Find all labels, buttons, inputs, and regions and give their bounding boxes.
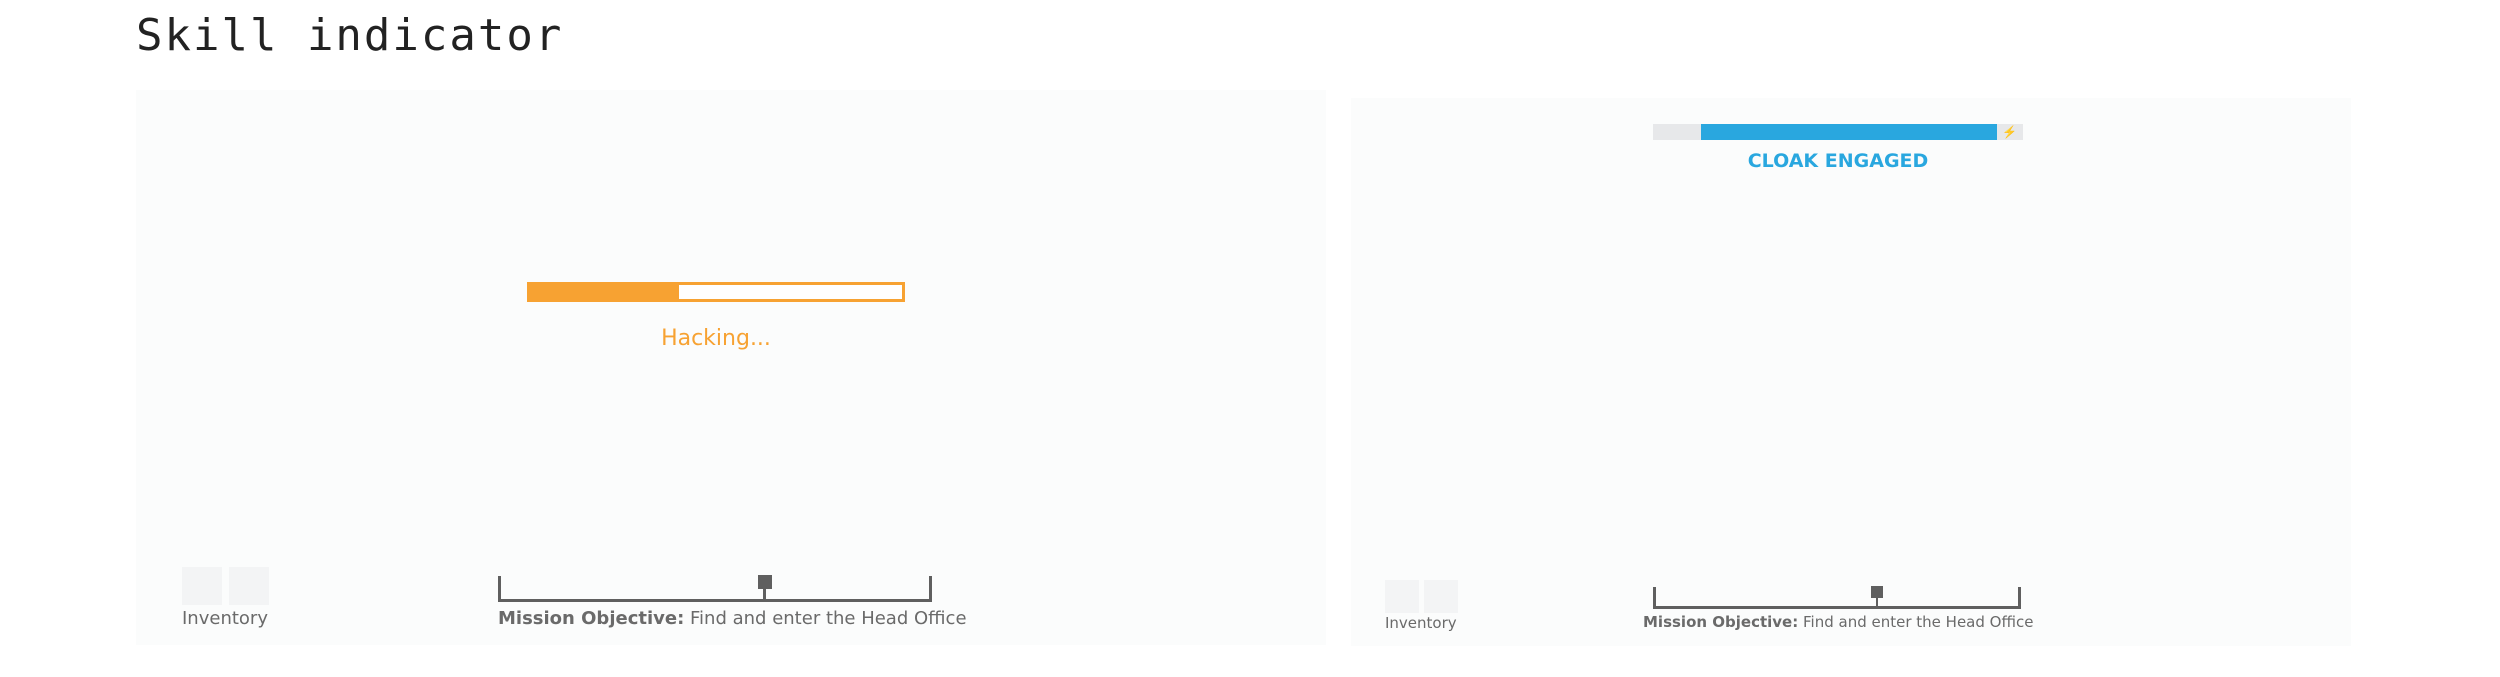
- game-view-hacking: [136, 90, 1326, 645]
- mission-marker: [1871, 586, 1883, 598]
- inventory-label: Inventory: [182, 608, 268, 629]
- mission-objective: Mission Objective: Find and enter the He…: [1643, 613, 2034, 631]
- mission-marker: [758, 575, 772, 589]
- inventory-label: Inventory: [1385, 614, 1457, 632]
- mission-objective-text: Find and enter the Head Office: [1803, 613, 2034, 631]
- mission-objective-prefix: Mission Objective:: [498, 608, 685, 629]
- mission-progress-bracket: [1653, 587, 2021, 609]
- mission-objective-prefix: Mission Objective:: [1643, 613, 1799, 631]
- inventory-slot[interactable]: [229, 567, 269, 605]
- inventory-slot[interactable]: [1424, 580, 1458, 613]
- hacking-progress-bar: [527, 282, 905, 302]
- hacking-label: Hacking...: [661, 326, 771, 351]
- inventory-slot[interactable]: [182, 567, 222, 605]
- page: Skill indicator Hacking... Inventory Mis…: [0, 0, 2500, 677]
- cloak-label: CLOAK ENGAGED: [1747, 150, 1929, 172]
- mission-progress-bracket: [498, 576, 932, 602]
- mission-marker-stem: [763, 589, 766, 601]
- cloak-energy-fill: [1701, 124, 1998, 140]
- cloak-energy-bar: ⚡: [1653, 124, 2023, 140]
- mission-marker-stem: [1876, 598, 1878, 608]
- inventory-slot[interactable]: [1385, 580, 1419, 613]
- lightning-bolt-icon: ⚡: [2002, 125, 2017, 139]
- mission-objective-text: Find and enter the Head Office: [690, 608, 967, 629]
- hacking-progress-fill: [530, 285, 679, 299]
- page-title: Skill indicator: [136, 10, 564, 61]
- game-view-cloak: [1351, 98, 2351, 646]
- mission-objective: Mission Objective: Find and enter the He…: [498, 608, 967, 629]
